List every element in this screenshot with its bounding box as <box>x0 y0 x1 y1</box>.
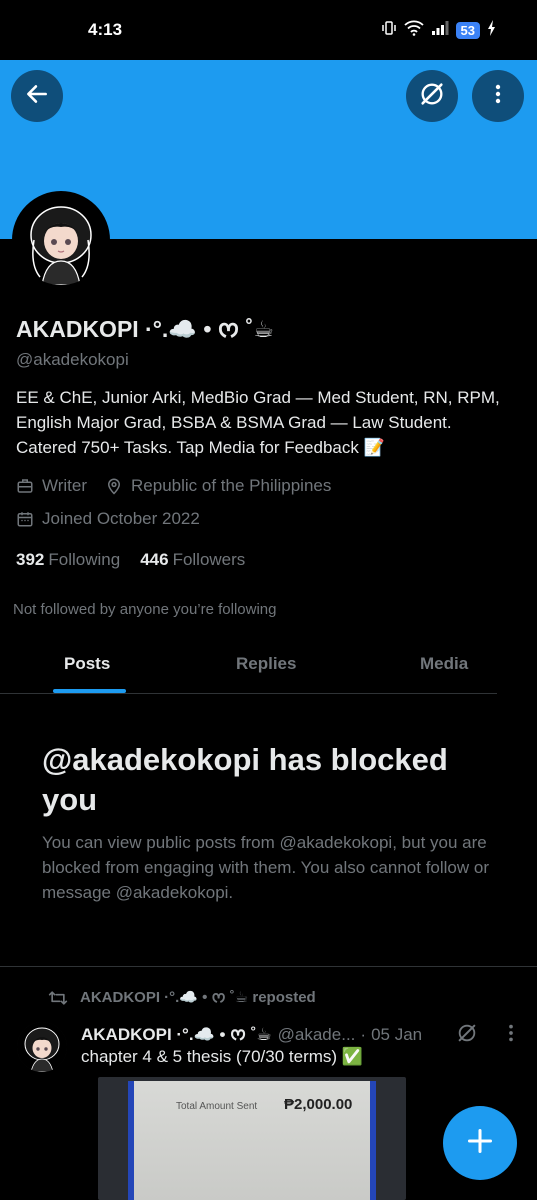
post-header: AKADKOPI ·°.☁️ • ᰔ ˚☕ @akade... · 05 Jan <box>81 1022 521 1048</box>
location-pin-icon <box>105 477 123 495</box>
tab-replies[interactable]: Replies <box>236 654 296 674</box>
user-handle: @akadekokopi <box>16 350 129 369</box>
display-name: AKADKOPI ·°.☁️ • ᰔ ˚☕ <box>16 316 274 342</box>
following-label: Following <box>48 550 121 569</box>
profile-bio: EE & ChE, Junior Arki, MedBio Grad — Med… <box>16 388 500 457</box>
grok-icon <box>418 80 446 113</box>
back-button[interactable] <box>11 70 63 122</box>
vibrate-icon <box>381 20 397 41</box>
location-label: Republic of the Philippines <box>131 476 332 495</box>
back-arrow-icon <box>24 81 50 112</box>
profile-tabs: Posts Replies Media <box>0 636 497 694</box>
repost-icon <box>48 989 68 1007</box>
battery-indicator: 53 <box>455 22 480 39</box>
charging-icon <box>487 20 497 41</box>
post-text: chapter 4 & 5 thesis (70/30 terms) ✅ <box>81 1047 363 1066</box>
follow-counts: 392 Following 446 Followers <box>16 550 245 570</box>
media-amount: ₱2,000.00 <box>284 1096 353 1113</box>
following-count: 392 <box>16 550 45 569</box>
followers-count: 446 <box>140 550 169 569</box>
grok-icon[interactable] <box>456 1022 478 1049</box>
grok-button[interactable] <box>406 70 458 122</box>
post-author-name[interactable]: AKADKOPI ·°.☁️ • ᰔ ˚☕ <box>81 1022 272 1048</box>
tab-posts[interactable]: Posts <box>64 654 110 674</box>
profile-meta-row: Writer Republic of the Philippines <box>16 476 331 496</box>
post-author-avatar[interactable] <box>17 1022 67 1072</box>
joined-row: Joined October 2022 <box>16 509 200 529</box>
repost-indicator: AKADKOPI ·°.☁️ • ᰔ ˚☕ reposted <box>48 986 316 1009</box>
status-time: 4:13 <box>88 20 123 39</box>
following-link[interactable]: 392 Following <box>16 550 120 570</box>
profile-avatar[interactable] <box>12 191 110 289</box>
active-tab-indicator <box>53 689 126 693</box>
post-author-handle[interactable]: @akade... <box>278 1025 356 1045</box>
calendar-icon <box>16 510 34 528</box>
signal-icon <box>431 20 449 41</box>
receipt-card: Total Amount Sent ₱2,000.00 <box>128 1081 376 1200</box>
status-icons: 53 <box>381 20 497 41</box>
followers-link[interactable]: 446 Followers <box>140 550 245 570</box>
followers-label: Followers <box>172 550 246 569</box>
more-vertical-icon <box>486 82 510 111</box>
briefcase-icon <box>16 477 34 495</box>
not-followed-notice: Not followed by anyone you’re following <box>13 601 277 618</box>
profession-label: Writer <box>42 476 88 495</box>
post-date[interactable]: 05 Jan <box>371 1025 422 1045</box>
tab-media[interactable]: Media <box>420 654 468 674</box>
post-media-image[interactable]: Total Amount Sent ₱2,000.00 <box>98 1077 406 1200</box>
repost-label: AKADKOPI ·°.☁️ • ᰔ ˚☕ reposted <box>80 989 316 1006</box>
compose-button[interactable] <box>443 1106 517 1180</box>
plus-icon <box>466 1127 494 1160</box>
post-separator: · <box>360 1025 367 1044</box>
status-bar: 4:13 53 <box>0 0 537 60</box>
joined-label: Joined October 2022 <box>42 509 200 528</box>
divider <box>0 966 537 967</box>
wifi-icon <box>403 20 424 41</box>
blocked-title: @akadekokopi has blocked you <box>42 742 448 817</box>
more-options-button[interactable] <box>472 70 524 122</box>
more-vertical-icon[interactable] <box>505 1022 517 1049</box>
blocked-description: You can view public posts from @akadekok… <box>42 833 489 902</box>
media-label: Total Amount Sent <box>176 1101 258 1112</box>
